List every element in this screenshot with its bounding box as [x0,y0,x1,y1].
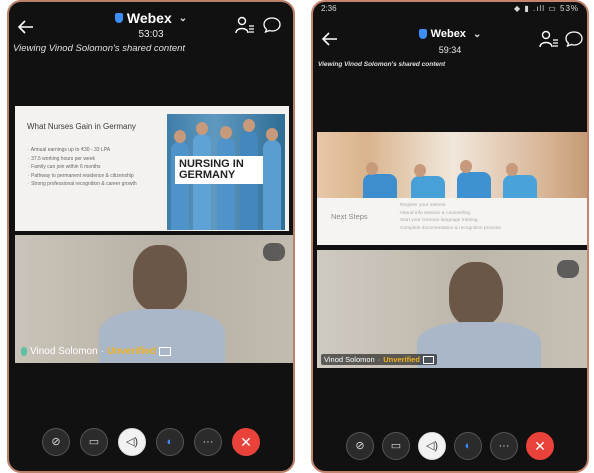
more-icon: ··· [202,435,214,448]
audio-button[interactable]: ◁) [118,428,146,456]
slide-lines: Register your interest Attend info sessi… [397,202,581,232]
app-title: Webex [430,28,466,40]
status-time: 2:36 [321,4,337,13]
mic-on-icon [21,347,27,356]
nurses-photo [317,132,587,198]
leave-button[interactable]: ✕ [232,428,260,456]
call-controls: ⊘ ▭ ◁) ◐ ··· ✕ [313,432,587,460]
leave-button[interactable]: ✕ [526,432,554,460]
slide-bullets: Annual earnings up to ₹30 - 33 LPA 37.5 … [28,146,162,189]
speaker-icon: ◁) [125,435,139,448]
slide-bullet: Family can join within 6 months [28,163,162,172]
status-icons: ◆ ▮ .ıll ▭ 53% [513,4,579,13]
chevron-down-icon: ⌄ [472,28,482,40]
meeting-header: Webex ⌄ 59:34 [313,20,587,62]
unverified-status: Unverified [107,346,156,357]
nursing-in-germany-badge: NURSING IN GERMANY [175,156,263,184]
chat-icon[interactable] [565,31,583,47]
more-button[interactable]: ··· [490,432,518,460]
close-icon: ✕ [534,438,546,454]
video-off-icon: ▭ [88,435,100,448]
share-icon: ◐ [166,435,174,448]
audio-button[interactable]: ◁) [418,432,446,460]
slide-line: Start your German language training [397,217,581,225]
participant-name: Vinod Solomon [30,346,98,357]
screen-share-indicator-icon [422,355,434,364]
nurses-photo: NURSING IN GERMANY [167,114,285,230]
slide-bullet: Annual earnings up to ₹30 - 33 LPA [28,146,162,155]
participant-video[interactable]: Vinod Solomon · Unverified [317,250,587,368]
shield-icon [114,13,123,23]
left-phone-screen: Webex ⌄ 53:03 Viewing Vinod Solomon's sha… [7,0,295,473]
mute-button[interactable]: ⊘ [42,428,70,456]
chat-icon[interactable] [263,17,281,33]
video-button[interactable]: ▭ [382,432,410,460]
participants-icon[interactable] [539,30,559,48]
participant-nameplate: Vinod Solomon · Unverified [321,354,437,365]
share-icon: ◐ [464,439,472,452]
participants-icon[interactable] [235,16,255,34]
slide-line: Complete documentation & recognition pro… [397,225,581,233]
participant-nameplate: Vinod Solomon · Unverified [21,346,171,357]
video-button[interactable]: ▭ [80,428,108,456]
participant-video[interactable]: Vinod Solomon · Unverified [15,235,293,363]
app-title: Webex [126,10,172,26]
participant-name: Vinod Solomon [324,355,375,364]
status-bar: 2:36 ◆ ▮ .ıll ▭ 53% [321,4,579,16]
slide-line: Attend info session & counselling [397,210,581,218]
unverified-status: Unverified [383,355,420,364]
mute-button[interactable]: ⊘ [346,432,374,460]
slide-bullet: Pathway to permanent residence & citizen… [28,172,162,181]
picture-in-picture-icon[interactable] [263,243,285,261]
more-icon: ··· [498,439,510,452]
chevron-down-icon: ⌄ [178,12,188,24]
video-off-icon: ▭ [390,439,402,452]
speaker-icon: ◁) [425,439,439,452]
shared-slide: What Nurses Gain in Germany Annual earni… [15,106,289,231]
name-separator: · [100,346,104,357]
more-button[interactable]: ··· [194,428,222,456]
name-separator: · [377,355,381,364]
viewing-shared-content-label: Viewing Vinod Solomon's shared content [318,61,446,68]
slide-bullet: 37.5 working hours per week [28,155,162,164]
close-icon: ✕ [240,434,252,450]
slide-line: Register your interest [397,202,581,210]
shield-icon [418,29,427,39]
share-button[interactable]: ◐ [156,428,184,456]
mic-off-icon: ⊘ [51,435,61,448]
screen-share-indicator-icon [158,347,171,356]
share-button[interactable]: ◐ [454,432,482,460]
shared-slide: Next Steps Register your interest Attend… [317,132,587,245]
slide-bullet: Strong professional recognition & career… [28,180,162,189]
mic-off-icon: ⊘ [355,439,365,452]
viewing-shared-content-label: Viewing Vinod Solomon's shared content [13,43,186,54]
picture-in-picture-icon[interactable] [557,260,579,278]
right-phone-screen: 2:36 ◆ ▮ .ıll ▭ 53% Webex ⌄ 59:34 Viewing… [311,0,589,473]
slide-heading: Next Steps [331,212,368,221]
slide-title: What Nurses Gain in Germany [27,122,136,131]
call-controls: ⊘ ▭ ◁) ◐ ··· ✕ [9,428,293,456]
